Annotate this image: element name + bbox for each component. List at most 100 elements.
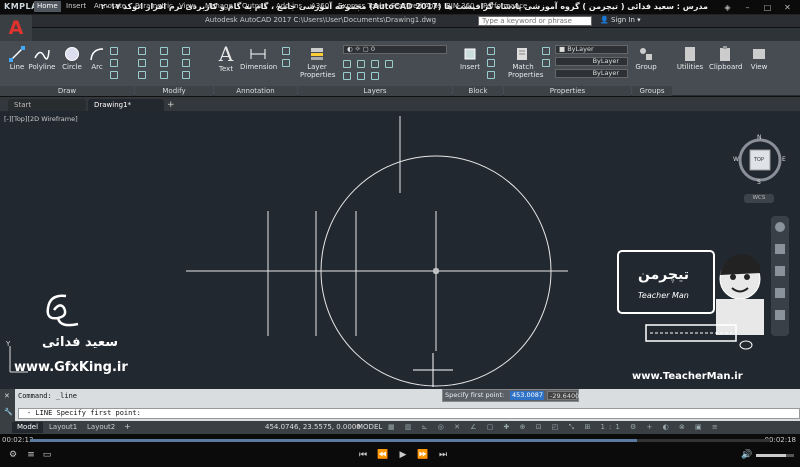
customize-icon[interactable]: 🔧 [4,408,13,416]
command-input[interactable]: - LINE Specify first point: [18,408,800,419]
close-command-icon[interactable]: ✕ [4,392,10,400]
panel-block[interactable]: Block [453,86,503,96]
play-icon[interactable]: ▶ [396,450,410,460]
arc-button[interactable]: Arc [88,46,106,71]
group-button[interactable]: Group [634,46,658,71]
layer-tool-icon[interactable] [357,72,365,80]
scale-icon[interactable] [160,71,168,79]
dimension-button[interactable]: Dimension [240,46,277,71]
match-properties-button[interactable]: Match Properties [508,46,543,79]
maximize-icon[interactable]: □ [762,2,773,13]
table-icon[interactable] [282,59,290,67]
layout-tab-layout2[interactable]: Layout2 [82,422,120,433]
viewcube[interactable]: N S E W TOP [730,132,792,190]
settings-icon[interactable]: ⚙ [6,450,20,460]
color-dropdown[interactable]: ■ ByLayer [555,45,628,54]
wcs-menu[interactable]: WCS [744,194,774,203]
palette-icon[interactable] [542,47,550,55]
tab-annotate[interactable]: Annotate [91,1,129,12]
dynamic-input-x[interactable]: 453.0087 [510,391,544,400]
status-toggles[interactable]: ▦ ▥ ⊾ ◎ ✕ ∠ ▢ ✚ ⊕ ⊡ ◰ ⤡ ⊞ 1:1 ⚙ + ◐ ⊗ ▣ … [388,423,798,433]
layout-tab-layout1[interactable]: Layout1 [44,422,82,433]
panel-groups[interactable]: Groups [632,86,672,96]
tab-a360[interactable]: A360 [308,1,332,12]
layer-tool-icon[interactable] [343,60,351,68]
volume-icon[interactable]: 🔊 [740,450,754,460]
move-icon[interactable] [138,47,146,55]
zoom-icon[interactable] [775,266,785,276]
list-icon[interactable] [542,59,550,67]
tab-drawing1[interactable]: Drawing1* [88,99,164,111]
playlist-icon[interactable]: ≡ [24,450,38,460]
minimize-icon[interactable]: – [742,2,753,13]
insert-button[interactable]: Insert [458,46,482,71]
fillet-icon[interactable] [182,59,190,67]
orbit-icon[interactable] [775,288,785,298]
leader-icon[interactable] [282,47,290,55]
panel-layers[interactable]: Layers [298,86,452,96]
next-icon[interactable]: ⏭ [436,450,450,460]
text-button[interactable]: A Text [216,44,236,73]
rotate-icon[interactable] [160,47,168,55]
application-menu-button[interactable]: A [0,15,32,41]
layer-properties-button[interactable]: Layer Properties [300,46,335,79]
search-input[interactable]: Type a keyword or phrase [478,16,592,26]
sign-in-button[interactable]: 👤 Sign In ▾ [600,16,641,24]
layer-dropdown[interactable]: ◐ ☼ ▢ 0 [343,45,447,54]
create-block-icon[interactable] [487,47,495,55]
layer-tool-icon[interactable] [343,72,351,80]
pan-icon[interactable] [775,244,785,254]
tab-manage[interactable]: Manage [202,1,236,12]
layout-tab-model[interactable]: Model [12,422,44,433]
layer-tool-icon[interactable] [357,60,365,68]
fast-forward-icon[interactable]: ⏩ [416,450,430,460]
trim-icon[interactable] [182,47,190,55]
dynamic-input-y[interactable]: -29.6400 [547,391,579,400]
tab-performance[interactable]: Performance [480,1,530,12]
panel-modify[interactable]: Modify [135,86,213,96]
panel-properties[interactable]: Properties [504,86,631,96]
boundary-icon[interactable] [110,71,118,79]
circle-button[interactable]: Circle [60,46,84,71]
tab-bim360[interactable]: BIM 360 [443,1,478,12]
line-button[interactable]: Line [7,46,27,71]
pin-icon[interactable]: ◈ [722,2,733,13]
rewind-icon[interactable]: ⏪ [376,450,390,460]
tab-output[interactable]: Output [239,1,269,12]
panel-draw[interactable]: Draw [0,86,134,96]
edit-attributes-icon[interactable] [487,71,495,79]
polyline-button[interactable]: Polyline [28,46,56,71]
copy-icon[interactable] [138,59,146,67]
previous-icon[interactable]: ⏮ [356,450,370,460]
close-icon[interactable]: ✕ [782,2,793,13]
layer-tool-icon[interactable] [371,60,379,68]
showmotion-icon[interactable] [775,310,785,320]
lineweight-dropdown[interactable]: ByLayer [555,69,628,78]
edit-block-icon[interactable] [487,59,495,67]
rectangle-icon[interactable] [110,47,118,55]
model-space-toggle[interactable]: MODEL [357,423,382,431]
mirror-icon[interactable] [160,59,168,67]
tab-express-tools[interactable]: Express Tools [335,1,388,12]
tab-insert[interactable]: Insert [63,1,89,12]
subtitle-icon[interactable]: ▭ [40,450,54,460]
array-icon[interactable] [182,71,190,79]
tab-addins[interactable]: Add-ins [273,1,305,12]
new-layout-icon[interactable]: + [124,422,131,431]
steering-wheel-icon[interactable] [775,222,785,232]
layer-tool-icon[interactable] [385,60,393,68]
hatch-icon[interactable] [110,59,118,67]
clipboard-button[interactable]: Clipboard [709,46,742,71]
tab-home[interactable]: Home [34,1,61,12]
tab-start[interactable]: Start [8,99,86,111]
view-button[interactable]: View [748,46,770,71]
layer-tool-icon[interactable] [371,72,379,80]
tab-parametric[interactable]: Parametric [132,1,176,12]
tab-view[interactable]: View [176,1,199,12]
stretch-icon[interactable] [138,71,146,79]
linetype-dropdown[interactable]: ByLayer [555,57,628,66]
new-tab-icon[interactable]: + [167,100,175,110]
tab-featured-apps[interactable]: Featured Apps [388,1,444,12]
panel-annotation[interactable]: Annotation [214,86,297,96]
utilities-button[interactable]: Utilities [676,46,704,71]
